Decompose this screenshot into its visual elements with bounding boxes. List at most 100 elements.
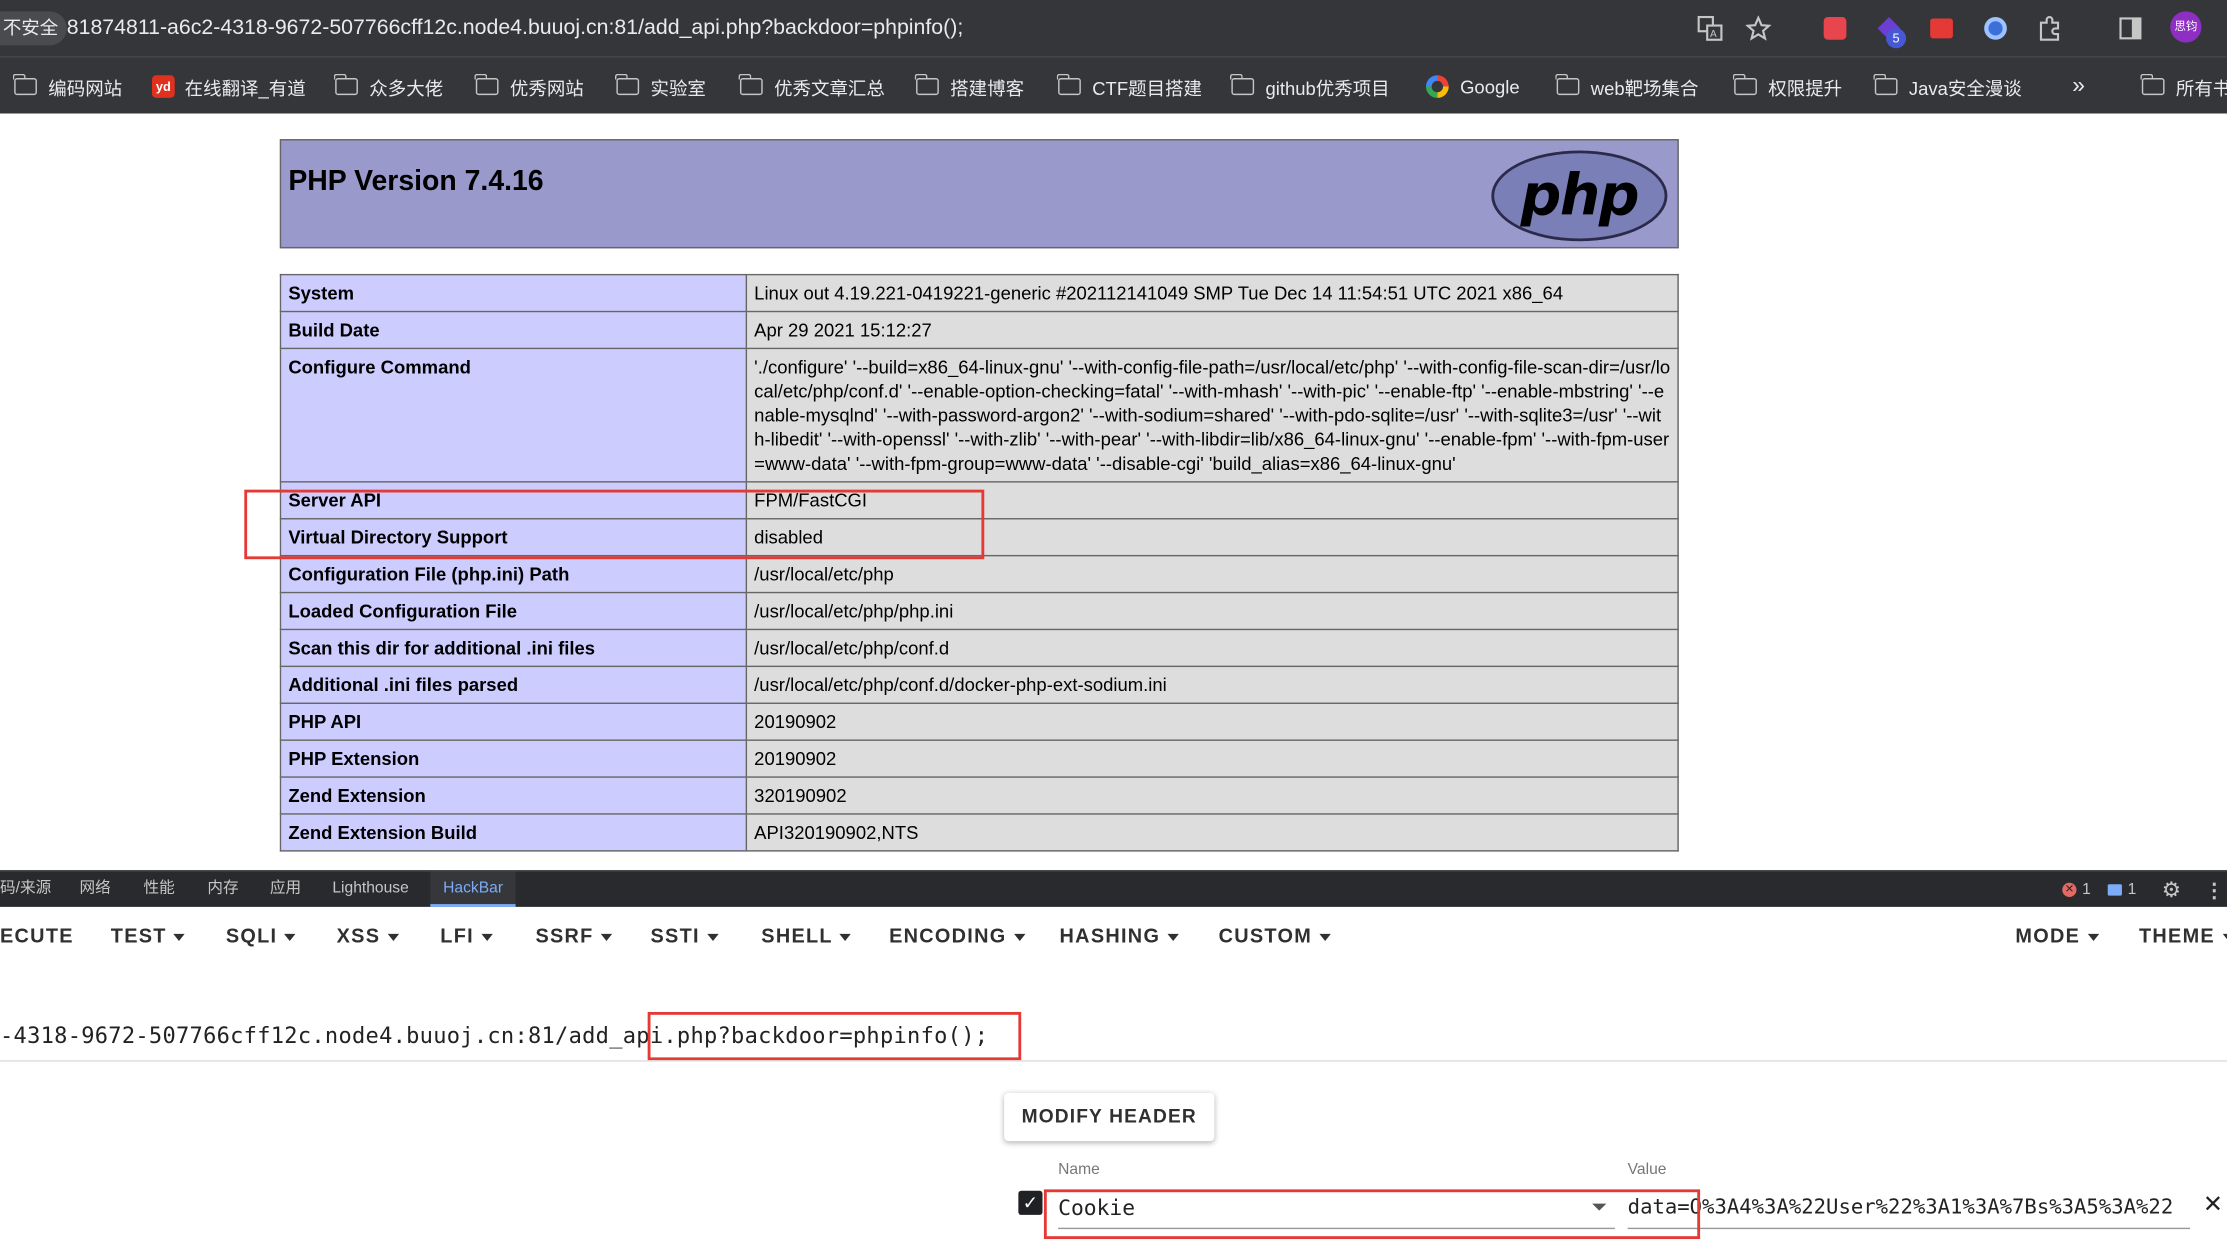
extension-icon[interactable]	[1925, 11, 1959, 45]
header-value-label: Value	[1627, 1160, 1667, 1179]
lfi-menu[interactable]: LFI	[440, 924, 493, 947]
highlight-box	[647, 1011, 1022, 1061]
tab-performance[interactable]: 性能	[143, 871, 174, 906]
execute-button[interactable]: ECUTE	[0, 924, 74, 947]
svg-text:A: A	[1710, 29, 1717, 40]
custom-menu[interactable]: CUSTOM	[1219, 924, 1331, 947]
chevron-down-icon	[600, 933, 613, 941]
table-row: Scan this dir for additional .ini files /…	[279, 628, 1679, 668]
bookmark-item[interactable]: github优秀项目	[1230, 72, 1390, 100]
row-value: /usr/local/etc/php/conf.d/docker-php-ext…	[745, 665, 1679, 704]
header-enabled-checkbox[interactable]: ✓	[1018, 1190, 1043, 1215]
theme-menu[interactable]: THEME	[2139, 924, 2227, 947]
bookmark-item[interactable]: 优秀文章汇总	[739, 72, 885, 100]
row-key: PHP Extension	[279, 739, 748, 778]
message-counter[interactable]: 1	[2107, 877, 2136, 903]
row-value: 20190902	[745, 739, 1679, 778]
table-row: PHP API 20190902	[279, 702, 1679, 741]
folder-icon	[2140, 73, 2165, 96]
gear-icon[interactable]: ⚙	[2162, 877, 2181, 903]
xss-menu[interactable]: XSS	[337, 924, 399, 947]
bookmark-item[interactable]: Google	[1425, 72, 1520, 100]
bookmark-item[interactable]: web靶场集合	[1555, 72, 1698, 100]
ssti-menu[interactable]: SSTI	[650, 924, 719, 947]
close-icon[interactable]: ✕	[2203, 1191, 2223, 1219]
chevron-down-icon	[481, 933, 493, 941]
tab-lighthouse[interactable]: Lighthouse	[332, 871, 408, 906]
folder-icon	[1057, 73, 1081, 96]
page-content: PHP Version 7.4.16 php System Linux out 4…	[0, 113, 2227, 871]
row-value: /usr/local/etc/php/php.ini	[745, 591, 1679, 631]
tab-hackbar[interactable]: HackBar	[430, 871, 516, 907]
php-logo: php	[1491, 150, 1668, 242]
table-row: Build Date Apr 29 2021 15:12:27	[279, 310, 1679, 350]
folder-icon	[615, 73, 640, 96]
error-counter[interactable]: ✕ 1	[2062, 877, 2091, 903]
folder-icon	[739, 73, 763, 96]
youdao-icon: yd	[151, 75, 175, 98]
google-icon	[1425, 75, 1449, 98]
star-icon[interactable]	[1741, 11, 1775, 45]
chevron-down-icon	[839, 933, 852, 941]
table-row: Loaded Configuration File/usr/local/etc/…	[279, 591, 1679, 631]
ssrf-menu[interactable]: SSRF	[535, 924, 613, 947]
folder-icon	[1873, 73, 1898, 96]
row-value: /usr/local/etc/php	[745, 554, 1679, 594]
bookmark-item[interactable]: 权限提升	[1733, 72, 1842, 100]
bookmarks-bar: 编码网站 yd 在线翻译_有道 众多大佬 优秀网站 实验室 优秀文章汇总 搭建博客…	[0, 56, 2227, 114]
table-row: Zend Extension 320190902	[279, 776, 1679, 815]
chevron-down-icon	[1013, 933, 1025, 941]
tab-memory[interactable]: 内存	[207, 871, 238, 906]
chevron-down-icon	[173, 933, 186, 941]
url-field[interactable]: 81874811-a6c2-4318-9672-507766cff12c.nod…	[67, 13, 964, 44]
more-options-icon[interactable]: ⋮	[2204, 877, 2224, 903]
bookmark-item[interactable]: 优秀网站	[474, 72, 584, 100]
folder-icon	[13, 73, 37, 96]
encoding-menu[interactable]: ENCODING	[889, 924, 1025, 947]
tab-network[interactable]: 网络	[80, 871, 111, 906]
highlight-box	[1043, 1189, 1701, 1240]
row-key: Additional .ini files parsed	[279, 665, 748, 704]
tab-application[interactable]: 应用	[270, 871, 301, 906]
avatar[interactable]: 思钧	[2170, 11, 2202, 43]
row-value: Linux out 4.19.221-0419221-generic #2021…	[745, 273, 1679, 313]
mode-menu[interactable]: MODE	[2015, 924, 2099, 947]
folder-icon	[474, 73, 499, 96]
test-menu[interactable]: TEST	[111, 924, 186, 947]
modify-header-button[interactable]: MODIFY HEADER	[1004, 1092, 1215, 1142]
table-row: PHP Extension 20190902	[279, 739, 1679, 778]
translate-icon[interactable]: A	[1693, 11, 1727, 45]
tab-sources[interactable]: 码/来源	[0, 871, 51, 906]
phpinfo-table: System Linux out 4.19.221-0419221-generic…	[279, 273, 1679, 852]
sqli-menu[interactable]: SQLI	[226, 924, 296, 947]
security-indicator[interactable]: 不安全	[0, 11, 67, 46]
bookmark-item[interactable]: 实验室	[615, 72, 706, 100]
bookmark-item[interactable]: 编码网站	[13, 72, 122, 100]
bookmark-item[interactable]: yd 在线翻译_有道	[151, 72, 306, 100]
bookmark-item[interactable]: 搭建博客	[915, 72, 1024, 100]
puzzle-icon[interactable]	[2032, 11, 2066, 45]
bookmark-item[interactable]: CTF题目搭建	[1057, 72, 1202, 100]
shell-menu[interactable]: SHELL	[761, 924, 852, 947]
more-bookmarks-button[interactable]: »	[2072, 72, 2085, 100]
table-row: Additional .ini files parsed/usr/local/e…	[279, 665, 1679, 704]
bookmark-item[interactable]: 众多大佬	[334, 72, 443, 100]
header-value-input[interactable]: data=O%3A4%3A%22User%22%3A1%3A%7Bs%3A5%3…	[1627, 1189, 2191, 1230]
devtools-tabbar: 码/来源 网络 性能 内存 应用 Lighthouse HackBar ✕ 1 1…	[0, 870, 2227, 907]
header-name-label: Name	[1058, 1160, 1100, 1179]
side-panel-icon[interactable]	[2113, 11, 2147, 45]
extension-icon[interactable]	[1818, 11, 1852, 45]
row-key: Zend Extension Build	[279, 813, 748, 852]
chevron-down-icon	[2087, 933, 2099, 941]
message-icon	[2107, 884, 2122, 896]
row-value: /usr/local/etc/php/conf.d	[745, 628, 1679, 668]
hashing-menu[interactable]: HASHING	[1060, 924, 1179, 947]
extension-icon[interactable]	[1978, 11, 2012, 45]
bookmark-item[interactable]: Java安全漫谈	[1873, 72, 2022, 100]
chevron-down-icon	[284, 933, 296, 941]
table-row: Configure Command './configure' '--build=…	[279, 347, 1679, 483]
row-value: './configure' '--build=x86_64-linux-gnu'…	[745, 347, 1679, 483]
folder-icon	[1733, 73, 1757, 96]
all-bookmarks[interactable]: 所有书	[2140, 72, 2227, 100]
phpinfo-header: PHP Version 7.4.16 php	[279, 139, 1679, 249]
